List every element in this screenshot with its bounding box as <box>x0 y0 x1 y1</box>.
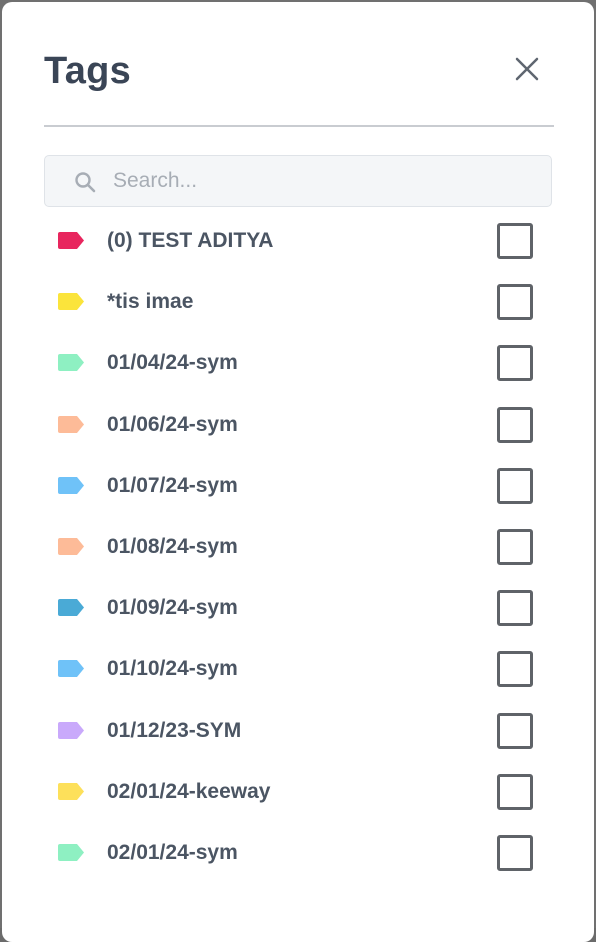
tag-checkbox[interactable] <box>497 345 533 382</box>
tag-list-item[interactable]: 01/08/24-sym <box>2 516 594 577</box>
tag-checkbox[interactable] <box>497 528 533 565</box>
tag-checkbox[interactable] <box>497 712 533 749</box>
tag-checkbox[interactable] <box>497 651 533 688</box>
tag-list-item[interactable]: *tis imae <box>2 271 594 332</box>
tag-checkbox[interactable] <box>497 773 533 810</box>
tag-label: 01/04/24-sym <box>107 351 238 375</box>
tag-checkbox[interactable] <box>497 223 533 259</box>
tag-list-item[interactable]: (0) TEST ADITYA <box>2 210 594 271</box>
tag-color-icon <box>58 415 84 433</box>
close-icon <box>515 57 539 81</box>
tag-list-item[interactable]: 02/01/24-sym <box>2 822 594 883</box>
tag-color-icon <box>58 599 84 617</box>
tag-label: 02/01/24-keeway <box>107 779 271 803</box>
tag-list-item[interactable]: 01/09/24-sym <box>2 577 594 638</box>
tag-list-item[interactable]: 01/07/24-sym <box>2 455 594 516</box>
tag-color-icon <box>58 843 84 861</box>
tag-label: *tis imae <box>107 290 194 314</box>
search-box <box>44 155 552 207</box>
tag-label: 01/09/24-sym <box>107 596 238 620</box>
tag-color-icon <box>58 293 84 311</box>
tag-label: 01/08/24-sym <box>107 534 238 558</box>
tag-checkbox[interactable] <box>497 467 533 504</box>
tag-checkbox[interactable] <box>497 590 533 627</box>
close-button[interactable] <box>512 54 542 84</box>
tag-checkbox[interactable] <box>497 284 533 321</box>
tag-label: 02/01/24-sym <box>107 840 238 864</box>
dialog-title: Tags <box>44 50 132 92</box>
tag-list-item[interactable]: 02/01/24-keeway <box>2 761 594 822</box>
tags-dialog: Tags (0) TEST ADITYA *tis imae 01/04/24-sy… <box>2 2 594 942</box>
tag-label: 01/10/24-sym <box>107 657 238 681</box>
tag-checkbox[interactable] <box>497 834 533 871</box>
tag-color-icon <box>58 476 84 494</box>
tag-checkbox[interactable] <box>497 406 533 443</box>
tag-color-icon <box>58 782 84 800</box>
tag-label: 01/12/23-SYM <box>107 718 242 742</box>
tag-color-icon <box>58 232 84 249</box>
tag-list: (0) TEST ADITYA *tis imae 01/04/24-sym 01/0… <box>2 210 594 883</box>
search-icon <box>75 172 96 193</box>
tag-list-item[interactable]: 01/06/24-sym <box>2 394 594 455</box>
tag-color-icon <box>58 660 84 678</box>
tag-label: 01/06/24-sym <box>107 412 238 436</box>
header-divider <box>44 125 554 127</box>
search-input[interactable] <box>113 156 533 206</box>
tag-list-item[interactable]: 01/12/23-SYM <box>2 700 594 761</box>
tag-label: 01/07/24-sym <box>107 473 238 497</box>
tag-color-icon <box>58 354 84 372</box>
tag-color-icon <box>58 721 84 739</box>
tag-label: (0) TEST ADITYA <box>107 229 274 252</box>
tag-color-icon <box>58 537 84 555</box>
tag-list-item[interactable]: 01/04/24-sym <box>2 332 594 393</box>
tag-list-item[interactable]: 01/10/24-sym <box>2 638 594 699</box>
